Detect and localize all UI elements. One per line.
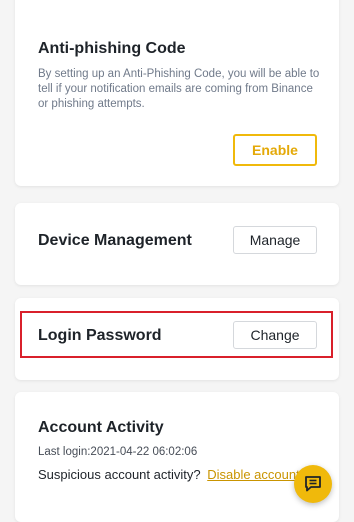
support-chat-button[interactable]: [294, 465, 332, 503]
disable-account-link[interactable]: Disable account: [207, 467, 300, 482]
suspicious-activity-row: Suspicious account activity? Disable acc…: [38, 467, 300, 482]
account-activity-title: Account Activity: [38, 419, 164, 436]
account-activity-card: Account Activity Last login:2021-04-22 0…: [15, 392, 339, 522]
anti-phishing-card: Anti-phishing Code By setting up an Anti…: [15, 0, 339, 186]
chat-icon: [305, 476, 321, 492]
anti-phishing-description: By setting up an Anti-Phishing Code, you…: [38, 68, 320, 110]
anti-phishing-title: Anti-phishing Code: [38, 40, 186, 57]
manage-button[interactable]: Manage: [233, 226, 317, 254]
device-management-title: Device Management: [38, 232, 192, 249]
last-login-text: Last login:2021-04-22 06:02:06: [38, 446, 198, 458]
suspicious-activity-label: Suspicious account activity?: [38, 467, 201, 482]
login-password-highlight: [20, 311, 333, 358]
enable-button[interactable]: Enable: [233, 134, 317, 166]
device-management-card: Device Management Manage: [15, 203, 339, 285]
